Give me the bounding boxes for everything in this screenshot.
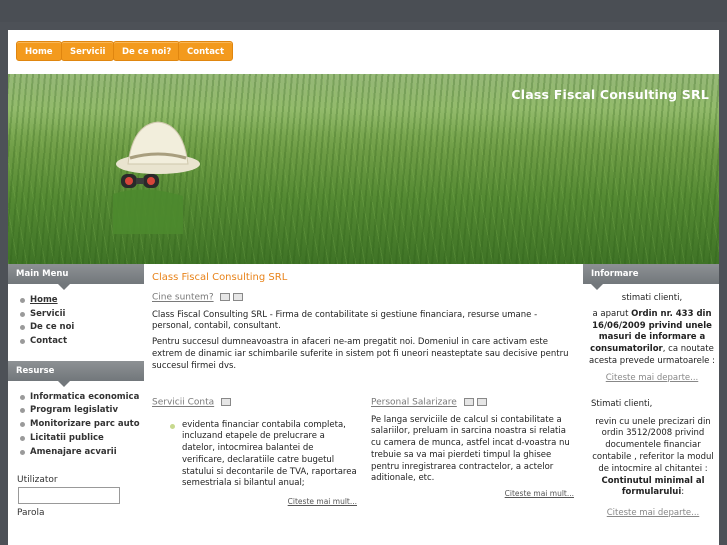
news-1-greeting: stimati clienti, [621, 293, 683, 303]
bullet-icon [20, 325, 25, 331]
news-item-1: stimati clienti, a aparut Ordin nr. 433 … [583, 284, 719, 383]
print-icon[interactable] [463, 397, 474, 406]
article-icons [463, 397, 490, 407]
username-label: Utilizator [17, 475, 58, 486]
personal-salarizare-link[interactable]: Personal Salarizare [371, 398, 457, 408]
explorer-with-binoculars-illustration [113, 121, 200, 234]
bullet-icon [20, 435, 25, 441]
header-banner: Class Fiscal Consulting SRL [8, 74, 719, 264]
servicii-conta-section: Servicii Conta evidenta financiar contab… [152, 397, 357, 507]
resurse-item-informatica[interactable]: Informatica economica [20, 391, 144, 405]
servicii-conta-item: evidenta financiar contabila completa, i… [152, 420, 357, 491]
personal-salarizare-text: Pe langa serviciile de calcul si contabi… [371, 414, 570, 484]
bullet-icon [20, 422, 25, 428]
page-container: Home Servicii De ce noi? Contact Class F… [8, 30, 719, 545]
servicii-conta-read-more[interactable]: Citeste mai mult... [288, 497, 357, 506]
news-1-read-more[interactable]: Citeste mai departe... [589, 373, 715, 383]
article-icons [220, 292, 246, 302]
bullet-icon [20, 298, 25, 303]
print-icon[interactable] [220, 292, 231, 301]
username-input[interactable] [18, 487, 120, 505]
article-icons [221, 397, 234, 407]
email-icon[interactable] [233, 292, 244, 301]
nav-contact-button[interactable]: Contact [178, 41, 234, 61]
main-menu-header: Main Menu [8, 264, 144, 290]
resurse-header: Resurse [8, 360, 144, 387]
main-title: Class Fiscal Consulting SRL [152, 272, 288, 283]
informare-header: Informare [583, 264, 719, 290]
resurse-item-acvarii[interactable]: Amenajare acvarii [20, 446, 144, 460]
right-sidebar: Informare stimati clienti, a aparut Ordi… [583, 264, 719, 545]
bullet-icon [20, 339, 25, 345]
email-icon[interactable] [476, 397, 487, 406]
personal-salarizare-read-more[interactable]: Citeste mai mult... [505, 489, 574, 498]
resurse-item-monitorizare[interactable]: Monitorizare parc auto [20, 418, 144, 432]
news-2-greeting: Stimati clienti, [591, 398, 653, 409]
servicii-conta-link[interactable]: Servicii Conta [152, 398, 214, 408]
cine-suntem-link[interactable]: Cine suntem? [152, 293, 214, 303]
servicii-conta-text: evidenta financiar contabila completa, i… [182, 419, 357, 489]
who-section: Cine suntem? Class Fiscal Consulting SRL… [152, 292, 577, 372]
personal-salarizare-section: Personal Salarizare Pe langa serviciile … [371, 397, 574, 499]
who-paragraph-1: Class Fiscal Consulting SRL - Firma de c… [152, 309, 538, 332]
menu-item-servicii[interactable]: Servicii [20, 308, 144, 322]
password-label: Parola [17, 508, 45, 519]
top-strip [0, 0, 727, 22]
bullet-icon [20, 394, 25, 400]
who-paragraph-2: Pentru succesul dumneavoastra in afaceri… [152, 337, 569, 371]
resurse-item-licitatii[interactable]: Licitatii publice [20, 432, 144, 446]
news-2-body: revin cu unele precizari din ordin 3512/… [592, 416, 714, 498]
resurse-list: Informatica economica Program legislativ… [8, 381, 144, 467]
email-icon[interactable] [221, 397, 232, 406]
menu-item-home[interactable]: Home [20, 294, 144, 308]
menu-item-contact[interactable]: Contact [20, 335, 144, 349]
bullet-icon [20, 408, 25, 414]
news-item-2: Stimati clienti, revin cu unele precizar… [583, 383, 719, 518]
main-menu-list: Home Servicii De ce noi Contact [8, 284, 144, 357]
left-sidebar: Main Menu Home Servicii De ce noi Contac… [8, 264, 144, 545]
menu-item-de-ce-noi[interactable]: De ce noi [20, 321, 144, 335]
nav-de-ce-noi-button[interactable]: De ce noi? [113, 41, 181, 61]
main-content: Class Fiscal Consulting SRL Cine suntem?… [144, 264, 583, 545]
bullet-icon [20, 311, 25, 317]
bullet-icon [20, 449, 25, 455]
news-1-body: a aparut Ordin nr. 433 din 16/06/2009 pr… [589, 308, 715, 366]
bullet-icon [170, 423, 175, 429]
news-2-read-more[interactable]: Citeste mai departe... [591, 508, 715, 518]
top-navigation: Home Servicii De ce noi? Contact [8, 30, 719, 74]
nav-servicii-button[interactable]: Servicii [61, 41, 115, 61]
site-title: Class Fiscal Consulting SRL [511, 87, 709, 102]
resurse-item-program-legislativ[interactable]: Program legislativ [20, 404, 144, 418]
nav-home-button[interactable]: Home [16, 41, 62, 61]
